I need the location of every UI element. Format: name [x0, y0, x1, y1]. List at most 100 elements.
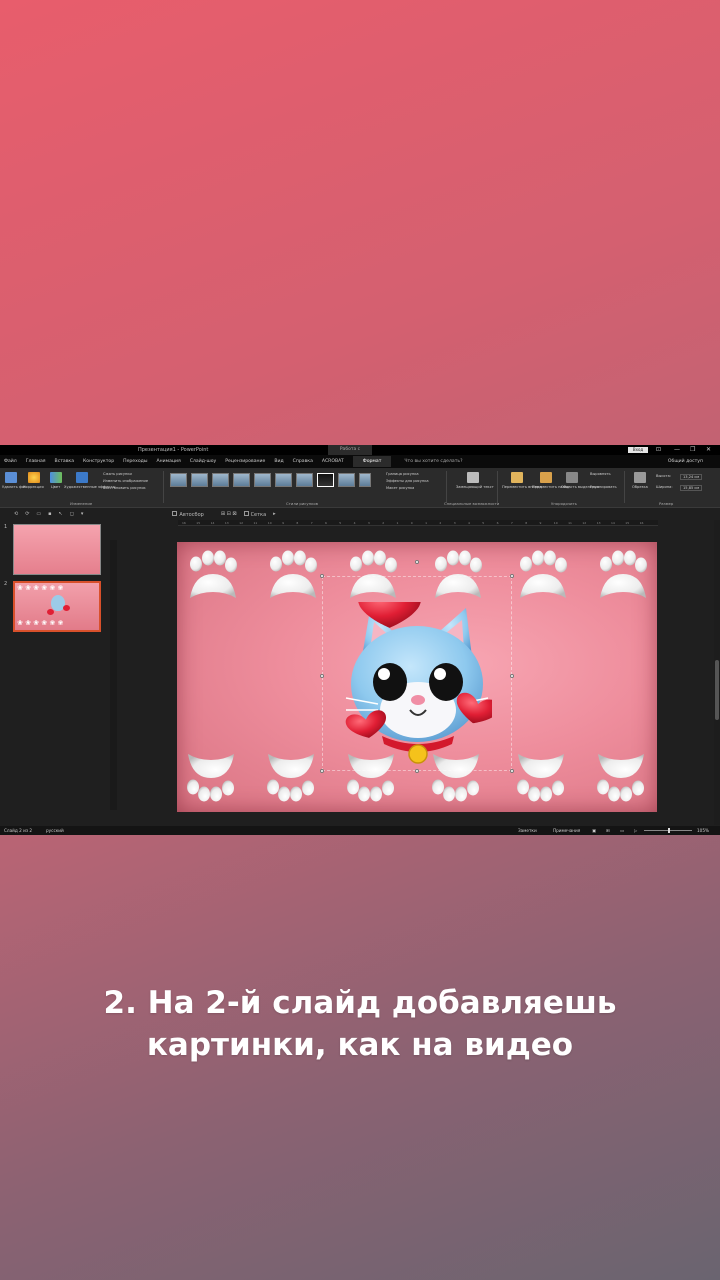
tab-transitions[interactable]: Переходы — [123, 459, 147, 464]
picture-style-9[interactable] — [338, 473, 355, 487]
vertical-scrollbar[interactable] — [714, 520, 720, 825]
zoom-slider-knob[interactable] — [668, 828, 670, 833]
resize-handle[interactable] — [415, 769, 419, 773]
tab-view[interactable]: Вид — [274, 459, 283, 464]
slide-thumbnail-2[interactable]: ❀ ❀ ❀ ❀ ❀ ❀ ❀ ❀ ❀ ❀ ❀ ❀ — [13, 581, 101, 632]
remove-background-icon[interactable] — [5, 472, 17, 483]
zoom-level[interactable]: 105% — [697, 828, 709, 833]
language-indicator[interactable]: русский — [46, 828, 64, 833]
corrections-label[interactable]: Коррекция — [23, 485, 44, 489]
resize-handle[interactable] — [510, 769, 514, 773]
compress-pictures-button[interactable]: Сжать рисунки — [103, 472, 132, 476]
paw-picture[interactable] — [592, 742, 652, 802]
login-button[interactable]: Вход — [628, 447, 648, 453]
more-icon[interactable]: ▸ — [273, 511, 276, 517]
picture-style-7[interactable] — [296, 473, 313, 487]
close-icon[interactable]: ✕ — [706, 446, 711, 453]
redo-icon[interactable]: ⟳ — [25, 511, 29, 517]
minimize-icon[interactable]: — — [674, 446, 680, 453]
slide-sorter-icon[interactable]: ⊞ — [606, 828, 610, 833]
bring-forward-icon[interactable] — [511, 472, 523, 483]
maximize-icon[interactable]: ❐ — [690, 446, 695, 453]
context-tab-picture-tools[interactable]: Работа с рисунками — [328, 445, 372, 462]
crop-icon[interactable] — [634, 472, 646, 483]
paw-picture[interactable] — [592, 550, 652, 610]
crop-label[interactable]: Обрезка — [632, 485, 648, 489]
picture-border-button[interactable]: Граница рисунка — [386, 472, 419, 476]
tab-home[interactable]: Главная — [26, 459, 46, 464]
snap-label: Автосбор — [179, 511, 204, 518]
paw-picture[interactable] — [512, 742, 572, 802]
resize-handle[interactable] — [320, 769, 324, 773]
picture-style-3[interactable] — [212, 473, 229, 487]
picture-effects-button[interactable]: Эффекты для рисунка — [386, 479, 429, 483]
picture-style-more[interactable] — [359, 473, 371, 487]
slideshow-icon[interactable]: ▭ — [36, 511, 41, 517]
corrections-icon[interactable] — [28, 472, 40, 483]
width-input[interactable]: 15,85 см — [680, 485, 703, 491]
tab-format[interactable]: Формат — [352, 456, 392, 467]
grid-checkbox[interactable] — [243, 510, 249, 516]
slide-canvas[interactable] — [177, 542, 657, 812]
undo-icon[interactable]: ⟲ — [14, 511, 18, 517]
normal-view-icon[interactable]: ▣ — [592, 828, 596, 833]
paw-picture[interactable] — [182, 550, 242, 610]
picture-style-5[interactable] — [254, 473, 271, 487]
snap-checkbox[interactable] — [172, 510, 178, 516]
cat-picture[interactable] — [342, 602, 492, 767]
alt-text-label[interactable]: Замещающий текст — [456, 485, 494, 489]
tab-help[interactable]: Справка — [293, 459, 313, 464]
resize-handle[interactable] — [510, 674, 514, 678]
tell-me-search[interactable]: Что вы хотите сделать? — [404, 459, 462, 464]
send-backward-icon[interactable] — [540, 472, 552, 483]
tab-acrobat[interactable]: ACROBAT — [322, 459, 344, 464]
paw-picture[interactable] — [512, 550, 572, 610]
notes-button[interactable]: Заметки — [518, 828, 537, 833]
alt-text-icon[interactable] — [467, 472, 479, 483]
snap-toggle[interactable]: Автосбор — [172, 510, 204, 518]
slideshow-view-icon[interactable]: ▷ — [634, 828, 637, 833]
save-icon[interactable]: ▪ — [48, 511, 51, 517]
comments-button[interactable]: Примечания — [553, 828, 580, 833]
picture-style-1[interactable] — [170, 473, 187, 487]
customize-icon[interactable]: ▾ — [81, 511, 84, 517]
artistic-effects-icon[interactable] — [76, 472, 88, 483]
align-tools-icon[interactable]: ⊞ ⊟ ⊠ — [221, 511, 237, 517]
paw-picture[interactable] — [182, 742, 242, 802]
picture-style-8[interactable] — [317, 473, 334, 487]
shapes-icon[interactable]: ◻ — [70, 511, 74, 517]
color-label[interactable]: Цвет — [51, 485, 60, 489]
picture-style-2[interactable] — [191, 473, 208, 487]
group-objects-button[interactable]: Группировать — [590, 485, 617, 489]
ribbon-display-icon[interactable]: ⊡ — [656, 446, 661, 453]
resize-handle[interactable] — [320, 674, 324, 678]
selection-pane-icon[interactable] — [566, 472, 578, 483]
slide-thumbnail-1[interactable] — [13, 524, 101, 575]
change-picture-button[interactable]: Изменить изображение — [103, 479, 148, 483]
align-button[interactable]: Выровнять — [590, 472, 611, 476]
paw-picture[interactable] — [262, 742, 322, 802]
group-adjust-label: Изменение — [70, 501, 93, 506]
color-icon[interactable] — [50, 472, 62, 483]
picture-style-6[interactable] — [275, 473, 292, 487]
reset-picture-button[interactable]: Восстановить рисунок — [103, 486, 146, 490]
tab-insert[interactable]: Вставка — [55, 459, 74, 464]
resize-handle[interactable] — [510, 574, 514, 578]
tab-design[interactable]: Конструктор — [83, 459, 114, 464]
tab-review[interactable]: Рецензирование — [225, 459, 265, 464]
tab-slideshow[interactable]: Слайд-шоу — [190, 459, 217, 464]
tab-file[interactable]: Файл — [4, 459, 17, 464]
resize-handle[interactable] — [320, 574, 324, 578]
grid-toggle[interactable]: Сетка — [243, 510, 266, 518]
pointer-icon[interactable]: ↖ — [59, 511, 63, 517]
rotate-handle[interactable] — [415, 560, 419, 564]
scrollbar-thumb[interactable] — [715, 660, 719, 720]
share-button[interactable]: Общий доступ — [668, 459, 703, 464]
reading-view-icon[interactable]: ▭ — [620, 828, 624, 833]
picture-layout-button[interactable]: Макет рисунка — [386, 486, 414, 490]
height-input[interactable]: 13,24 см — [680, 474, 703, 480]
paw-picture[interactable] — [262, 550, 322, 610]
picture-style-4[interactable] — [233, 473, 250, 487]
powerpoint-window: Презентация1 - PowerPoint Работа с рисун… — [0, 445, 720, 835]
tab-animations[interactable]: Анимация — [156, 459, 180, 464]
